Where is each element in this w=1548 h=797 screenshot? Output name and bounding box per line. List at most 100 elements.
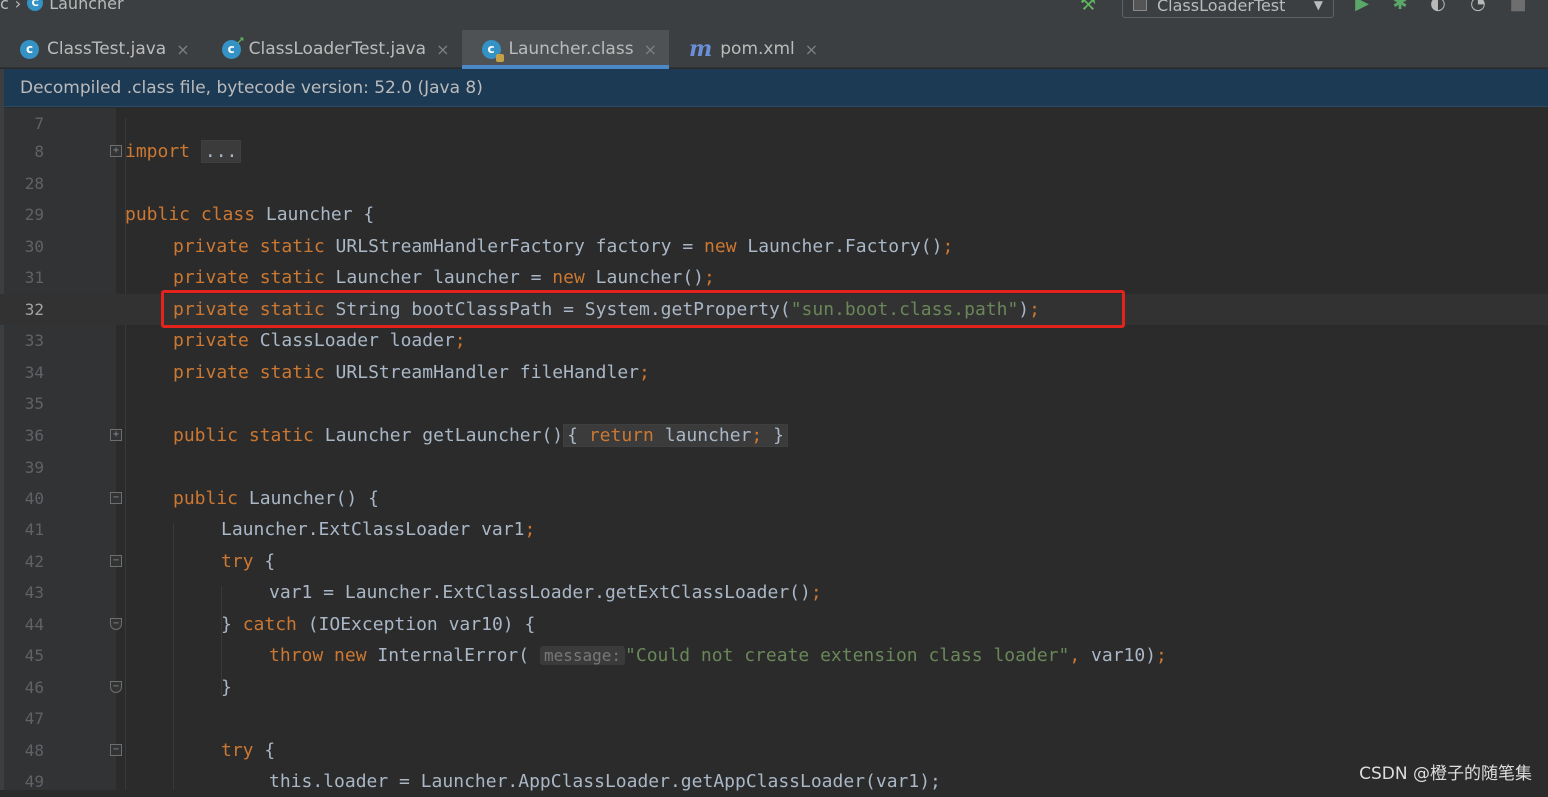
run-configuration-dropdown[interactable]: ClassLoaderTest ▼ — [1122, 0, 1334, 18]
code-line: 46 − } — [0, 672, 1548, 703]
code-line: 44 − } catch (IOException var10) { — [0, 609, 1548, 640]
line-number: 8 — [4, 136, 44, 167]
code-text: Launcher.ExtClassLoader var1; — [221, 514, 535, 545]
code-line: 7 — [0, 108, 1548, 139]
line-number: 42 — [4, 546, 44, 577]
code-line: 47 — [0, 703, 1548, 734]
code-line: 29 public class Launcher { — [0, 199, 1548, 230]
line-number: 40 — [4, 483, 44, 514]
code-line: 48 − try { — [0, 735, 1548, 766]
line-number: 34 — [4, 357, 44, 388]
fold-collapse-icon[interactable]: − — [110, 492, 122, 504]
close-icon[interactable]: × — [436, 40, 449, 59]
fold-expand-icon[interactable]: + — [110, 429, 122, 441]
code-line: 33 private ClassLoader loader; — [0, 325, 1548, 356]
close-icon[interactable]: × — [176, 40, 189, 59]
code-text: private static Launcher launcher = new L… — [173, 262, 715, 293]
chevron-right-icon: › — [15, 0, 21, 13]
folded-imports[interactable]: ... — [201, 140, 242, 163]
tab-classtest-java[interactable]: c ClassTest.java × — [0, 30, 202, 68]
fold-end-icon[interactable]: − — [110, 681, 122, 693]
code-line: 43 var1 = Launcher.ExtClassLoader.getExt… — [0, 577, 1548, 608]
fold-end-icon[interactable]: − — [110, 618, 122, 630]
tab-label: ClassTest.java — [47, 39, 166, 59]
line-number: 47 — [4, 703, 44, 734]
code-editor[interactable]: 7 8 + import ... 28 29 public class Laun… — [0, 108, 1548, 790]
tab-label: Launcher.class — [509, 39, 634, 59]
code-line: 42 − try { — [0, 546, 1548, 577]
code-text: try { — [221, 735, 275, 766]
code-line: 31 private static Launcher launcher = ne… — [0, 262, 1548, 293]
code-line: 8 + import ... — [0, 136, 1548, 167]
build-hammer-icon[interactable]: ⚒ — [1080, 0, 1102, 12]
debug-bug-icon[interactable]: ✱ — [1390, 0, 1410, 15]
parameter-hint: message: — [540, 646, 625, 665]
code-text: } catch (IOException var10) { — [221, 609, 535, 640]
banner-text: Decompiled .class file, bytecode version… — [20, 78, 483, 98]
breadcrumb[interactable]: c › C Launcher — [0, 0, 124, 13]
code-text: try { — [221, 546, 275, 577]
line-number: 30 — [4, 231, 44, 262]
code-text: private static URLStreamHandlerFactory f… — [173, 231, 953, 262]
code-line: 34 private static URLStreamHandler fileH… — [0, 357, 1548, 388]
tab-classloadertest-java[interactable]: c↗ ClassLoaderTest.java × — [202, 30, 462, 68]
code-line: 45 throw new InternalError( message:"Cou… — [0, 640, 1548, 671]
folded-method-body[interactable]: { return launcher; } — [563, 424, 788, 447]
code-text: private static String bootClassPath = Sy… — [173, 294, 1040, 325]
line-number: 28 — [4, 168, 44, 199]
code-text: throw new InternalError( message:"Could … — [269, 640, 1167, 671]
run-config-icon — [1133, 0, 1147, 11]
code-text: public static Launcher getLauncher(){ re… — [173, 420, 788, 451]
code-text: public Launcher() { — [173, 483, 379, 514]
line-number: 49 — [4, 766, 44, 797]
profiler-icon[interactable]: ◔ — [1468, 0, 1488, 15]
code-text: private ClassLoader loader; — [173, 325, 466, 356]
code-text: } — [221, 672, 232, 703]
code-line: 41 Launcher.ExtClassLoader var1; — [0, 514, 1548, 545]
code-line: 39 — [0, 452, 1548, 483]
fold-expand-icon[interactable]: + — [110, 145, 122, 157]
chevron-down-icon: ▼ — [1314, 0, 1323, 12]
run-with-coverage-icon[interactable]: ◐ — [1428, 0, 1448, 15]
tab-label: pom.xml — [720, 39, 795, 59]
code-line: 36 + public static Launcher getLauncher(… — [0, 420, 1548, 451]
code-line: 30 private static URLStreamHandlerFactor… — [0, 231, 1548, 262]
run-icon[interactable]: ▶ — [1352, 0, 1372, 15]
code-line: 49 this.loader = Launcher.AppClassLoader… — [0, 766, 1548, 797]
line-number: 29 — [4, 199, 44, 230]
stop-icon[interactable]: ■ — [1508, 0, 1528, 15]
close-icon[interactable]: × — [805, 40, 818, 59]
close-icon[interactable]: × — [644, 40, 657, 59]
line-number: 31 — [4, 262, 44, 293]
line-number: 48 — [4, 735, 44, 766]
tab-pom-xml[interactable]: m pom.xml × — [669, 30, 830, 68]
line-number: 39 — [4, 452, 44, 483]
breadcrumb-label: Launcher — [49, 0, 123, 13]
line-number: 41 — [4, 514, 44, 545]
line-number: 46 — [4, 672, 44, 703]
line-number: 45 — [4, 640, 44, 671]
run-config-label: ClassLoaderTest — [1157, 0, 1285, 15]
code-line: 28 — [0, 168, 1548, 199]
breadcrumb-prefix: c — [0, 0, 9, 13]
title-bar: c › C Launcher ⚒ ClassLoaderTest ▼ ▶ ✱ ◐… — [0, 0, 1548, 30]
line-number: 32 — [4, 294, 44, 325]
code-line-current: 32 private static String bootClassPath =… — [0, 294, 1548, 325]
line-number: 36 — [4, 420, 44, 451]
line-number: 35 — [4, 388, 44, 419]
code-text: var1 = Launcher.ExtClassLoader.getExtCla… — [269, 577, 822, 608]
line-number: 44 — [4, 609, 44, 640]
tab-launcher-class[interactable]: c Launcher.class × — [462, 30, 669, 68]
line-number: 33 — [4, 325, 44, 356]
fold-collapse-icon[interactable]: − — [110, 744, 122, 756]
class-icon: c↗ — [222, 40, 241, 59]
code-text: public class Launcher { — [125, 199, 374, 230]
class-icon: c — [20, 40, 39, 59]
code-text: private static URLStreamHandler fileHand… — [173, 357, 650, 388]
watermark: CSDN @橙子的随笔集 — [1359, 759, 1532, 784]
class-icon: C — [27, 0, 43, 11]
code-text: import ... — [125, 136, 241, 167]
line-number: 7 — [4, 108, 44, 139]
decompiled-notice-banner: Decompiled .class file, bytecode version… — [4, 69, 1548, 107]
fold-collapse-icon[interactable]: − — [110, 555, 122, 567]
